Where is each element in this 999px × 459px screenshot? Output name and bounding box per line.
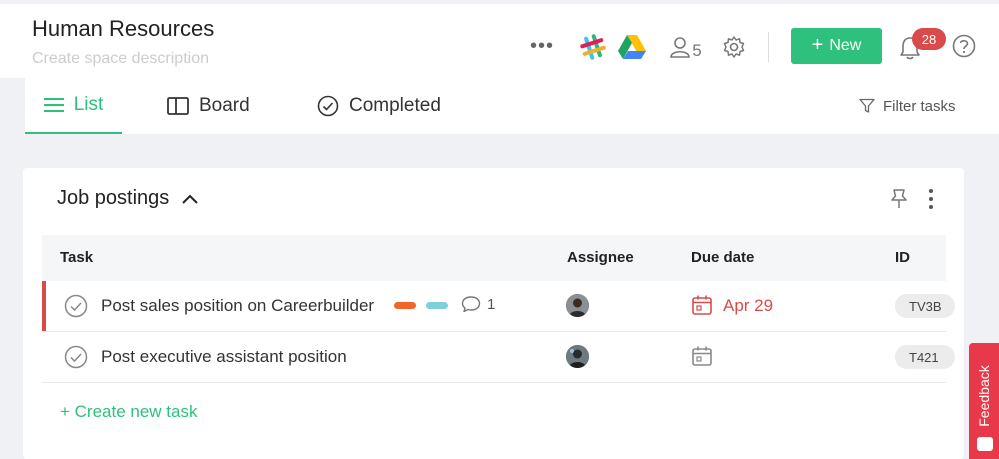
tab-list-label: List [73,94,104,115]
space-title[interactable]: Human Resources [32,16,214,42]
space-description-input[interactable]: Create space description [32,50,209,68]
pin-icon[interactable] [889,188,911,212]
filter-tasks-label: Filter tasks [883,97,956,115]
tag-chip[interactable] [394,302,416,309]
comments-indicator[interactable]: 1 [461,295,495,313]
filter-tasks-button[interactable]: Filter tasks [859,78,956,134]
task-name[interactable]: Post executive assistant position [101,347,347,367]
calendar-icon[interactable] [691,345,713,367]
tag-chip[interactable] [426,302,448,309]
task-id[interactable]: TV3B [895,294,955,318]
google-drive-icon[interactable] [618,34,646,60]
check-circle-icon [317,95,339,117]
complete-task-icon[interactable] [64,345,88,369]
due-date[interactable]: Apr 29 [723,296,773,316]
assignee-avatar[interactable] [566,294,589,317]
task-name[interactable]: Post sales position on Careerbuilder [101,296,374,316]
gear-icon[interactable] [720,33,748,61]
column-id[interactable]: ID [895,249,910,266]
space-header: Human Resources Create space description… [0,0,999,78]
members-icon [670,37,691,58]
column-task[interactable]: Task [60,249,93,266]
members-count: 5 [692,41,702,60]
task-id[interactable]: T421 [895,345,955,369]
tab-board[interactable]: Board [167,78,250,134]
task-list-card: Job postings Task Assignee Due date ID P… [23,168,964,459]
assignee-avatar[interactable] [566,345,589,368]
notification-badge[interactable]: 28 [912,28,946,50]
header-divider [768,32,769,62]
list-icon [43,98,64,112]
plus-icon: + [811,34,824,56]
filter-icon [859,98,875,113]
view-tabs: List Board Completed Filter tasks [25,78,999,134]
table-row[interactable]: Post executive assistant position T421 [42,332,955,383]
new-button-label: New [829,37,862,54]
tab-board-label: Board [199,95,250,116]
calendar-icon[interactable] [691,294,713,316]
more-icon[interactable]: ••• [530,35,554,57]
new-button[interactable]: + New [791,28,882,64]
chevron-up-icon[interactable] [181,193,199,205]
tab-completed[interactable]: Completed [317,78,441,134]
complete-task-icon[interactable] [64,294,88,318]
feedback-icon [977,437,993,451]
members-button[interactable]: 5 [666,32,706,62]
tab-list[interactable]: List [25,78,122,134]
tab-completed-label: Completed [349,95,441,116]
table-row[interactable]: Post sales position on Careerbuilder 1 A… [42,281,955,332]
help-icon[interactable] [951,33,977,59]
slack-icon[interactable] [578,32,608,62]
board-icon [167,97,189,115]
section-header[interactable]: Job postings [57,187,199,210]
column-due-date[interactable]: Due date [691,249,754,266]
section-menu-icon[interactable] [923,187,939,211]
section-title: Job postings [57,187,170,209]
comment-count: 1 [487,295,496,313]
comment-icon [461,296,481,313]
table-header: Task Assignee Due date ID [42,235,946,282]
column-assignee[interactable]: Assignee [567,249,634,266]
feedback-tab[interactable]: Feedback [969,343,999,459]
create-new-task-link[interactable]: + Create new task [60,402,198,422]
feedback-label: Feedback [976,365,992,427]
overdue-flag [42,281,46,331]
